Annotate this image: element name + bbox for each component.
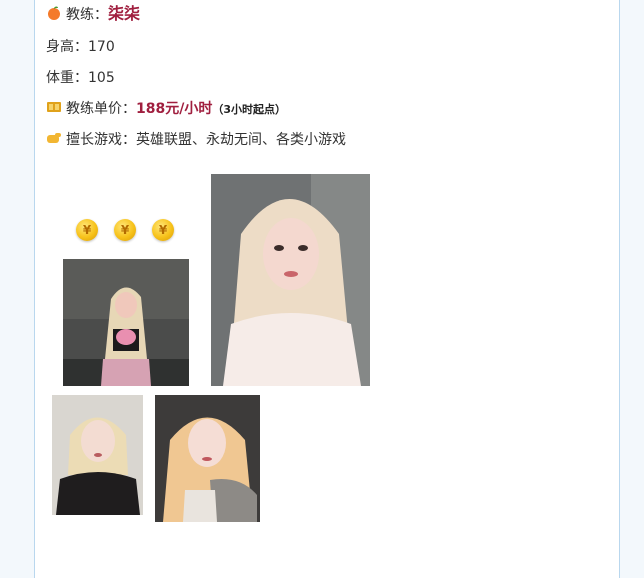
coach-photo-4[interactable]: [155, 395, 260, 522]
coach-photo-3[interactable]: [52, 395, 143, 515]
weight-row: 体重：105: [46, 70, 115, 86]
coach-label: 教练：: [66, 7, 108, 23]
games-text: 擅长游戏：英雄联盟、永劫无间、各类小游戏: [66, 132, 346, 148]
price-note: （3小时起点）: [212, 103, 286, 116]
hand-icon: [47, 133, 61, 143]
money-icon: [47, 102, 61, 112]
coach-name-row: 教练：柒柒: [46, 4, 140, 25]
price-value: 188元/小时: [136, 101, 213, 117]
coach-photo-1[interactable]: [63, 259, 189, 386]
coin-icon: ¥: [152, 219, 174, 241]
price-label: 教练单价：: [66, 101, 136, 117]
coin-icon: ¥: [114, 219, 136, 241]
height-row: 身高：170: [46, 39, 115, 55]
peach-icon: [48, 6, 60, 20]
price-row: 教练单价：188元/小时（3小时起点）: [46, 99, 286, 120]
games-row: 擅长游戏：英雄联盟、永劫无间、各类小游戏: [46, 130, 346, 150]
coin-icon: ¥: [76, 219, 98, 241]
coach-photo-2[interactable]: [211, 174, 370, 386]
coach-name: 柒柒: [108, 4, 141, 23]
